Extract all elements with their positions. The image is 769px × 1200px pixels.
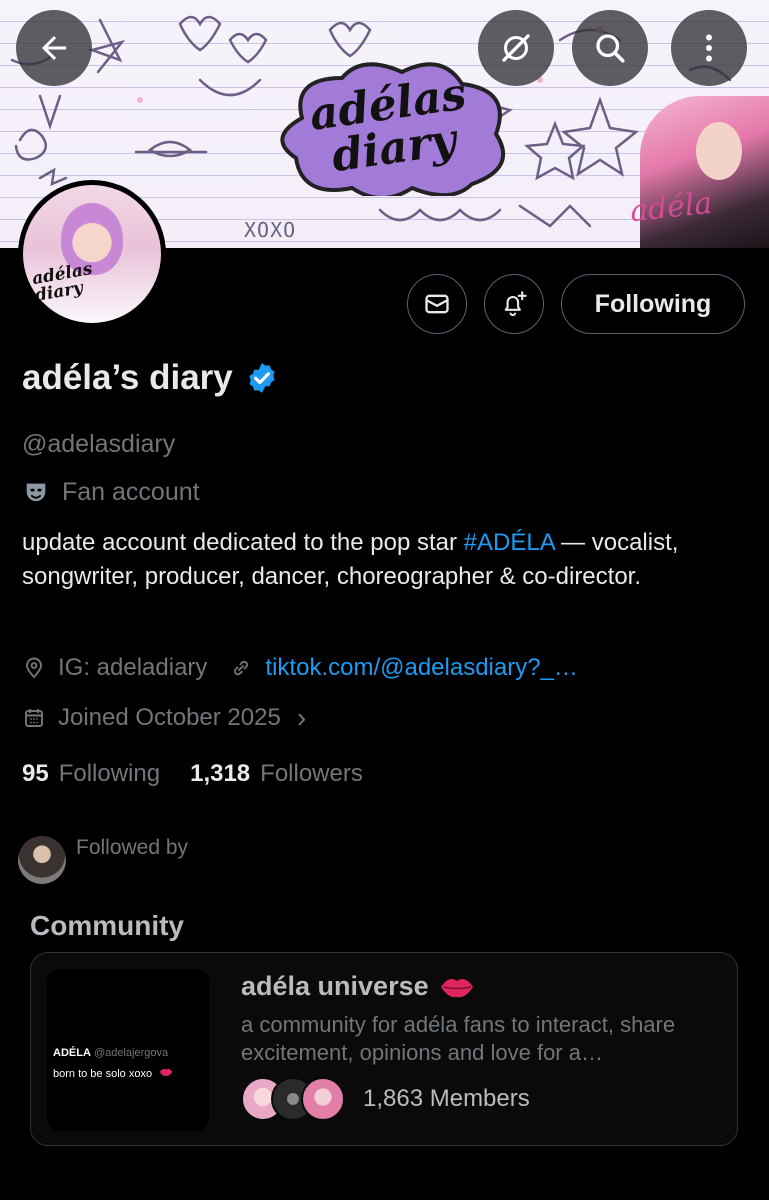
bio: update account dedicated to the pop star… — [22, 526, 742, 594]
profile-avatar[interactable]: adélas diary — [18, 180, 166, 328]
thumb-caption-row: born to be solo xoxo — [53, 1067, 173, 1080]
display-name-row: adéla’s diary — [22, 358, 279, 398]
notifications-button[interactable] — [484, 274, 544, 334]
account-label: Fan account — [22, 478, 200, 507]
thumb-caption: born to be solo xoxo — [53, 1068, 153, 1080]
link-icon — [234, 660, 249, 676]
display-name: adéla’s diary — [22, 358, 233, 397]
community-card[interactable]: ADÉLA @adelajergova born to be solo xoxo… — [30, 952, 738, 1146]
more-button[interactable] — [671, 10, 747, 86]
website-link[interactable]: tiktok.com/@adelasdiary?_… — [265, 654, 578, 682]
thumb-name-row: ADÉLA @adelajergova — [53, 1047, 168, 1059]
verified-badge-icon[interactable] — [245, 361, 279, 395]
banner-photo-face — [696, 122, 742, 180]
calendar-icon — [25, 709, 43, 727]
back-button[interactable] — [16, 10, 92, 86]
location-pin-icon — [26, 657, 42, 679]
lips-icon — [440, 978, 473, 997]
followers-label[interactable]: Followers — [260, 760, 363, 788]
search-button[interactable] — [572, 10, 648, 86]
banner-xoxo-text: XOXO — [244, 218, 297, 242]
location-website-row: IG: adeladiary tiktok.com/@adelasdiary?_… — [22, 654, 578, 682]
following-count[interactable]: 95 — [22, 760, 49, 788]
followed-by-text: Followed by — [76, 836, 189, 859]
slash-circle-icon — [502, 34, 530, 62]
search-icon — [596, 34, 625, 63]
members-count: 1,863 Members — [363, 1085, 530, 1112]
account-label-text: Fan account — [62, 478, 200, 506]
community-name: adéla universe — [241, 971, 429, 1001]
community-description: a community for adéla fans to interact, … — [241, 1012, 676, 1065]
follow-stats: 95 Following 1,318 Followers — [22, 760, 363, 788]
grok-button[interactable] — [478, 10, 554, 86]
chevron-right-icon: › — [296, 702, 307, 733]
community-members-row: 1,863 Members — [241, 1077, 530, 1121]
followers-count[interactable]: 1,318 — [190, 760, 250, 788]
following-button[interactable]: Following — [561, 274, 745, 334]
community-thumbnail: ADÉLA @adelajergova born to be solo xoxo — [47, 969, 209, 1131]
handle: @adelasdiary — [22, 430, 176, 458]
bio-hashtag-link[interactable]: #ADÉLA — [464, 529, 555, 556]
following-label[interactable]: Following — [59, 760, 160, 788]
joined-date: Joined October 2025 — [58, 704, 281, 731]
follower-avatar — [18, 836, 66, 884]
community-name-row: adéla universe — [241, 971, 475, 1002]
banner-logo: adélas diary — [262, 58, 520, 200]
bio-text-start: update account dedicated to the pop star — [22, 529, 464, 556]
message-button[interactable] — [407, 274, 467, 334]
avatar-image: adélas diary — [23, 185, 161, 323]
theater-mask-icon — [26, 483, 46, 501]
thumb-lips-icon — [159, 1068, 173, 1076]
community-section-title: Community — [30, 910, 184, 941]
thumb-handle: @adelajergova — [93, 1047, 169, 1059]
followed-by-row[interactable]: Followed by — [18, 836, 188, 884]
envelope-icon — [425, 294, 449, 314]
joined-row[interactable]: Joined October 2025 › — [22, 702, 306, 734]
bell-plus-icon — [504, 291, 527, 317]
location-text: IG: adeladiary — [58, 654, 208, 681]
member-avatar — [301, 1077, 345, 1121]
thumb-name: ADÉLA — [53, 1047, 91, 1059]
arrow-left-icon — [42, 36, 66, 60]
more-vertical-icon — [706, 34, 712, 62]
profile-page: adélas diary XOXO adéla adélas diary Fol… — [0, 0, 769, 1200]
